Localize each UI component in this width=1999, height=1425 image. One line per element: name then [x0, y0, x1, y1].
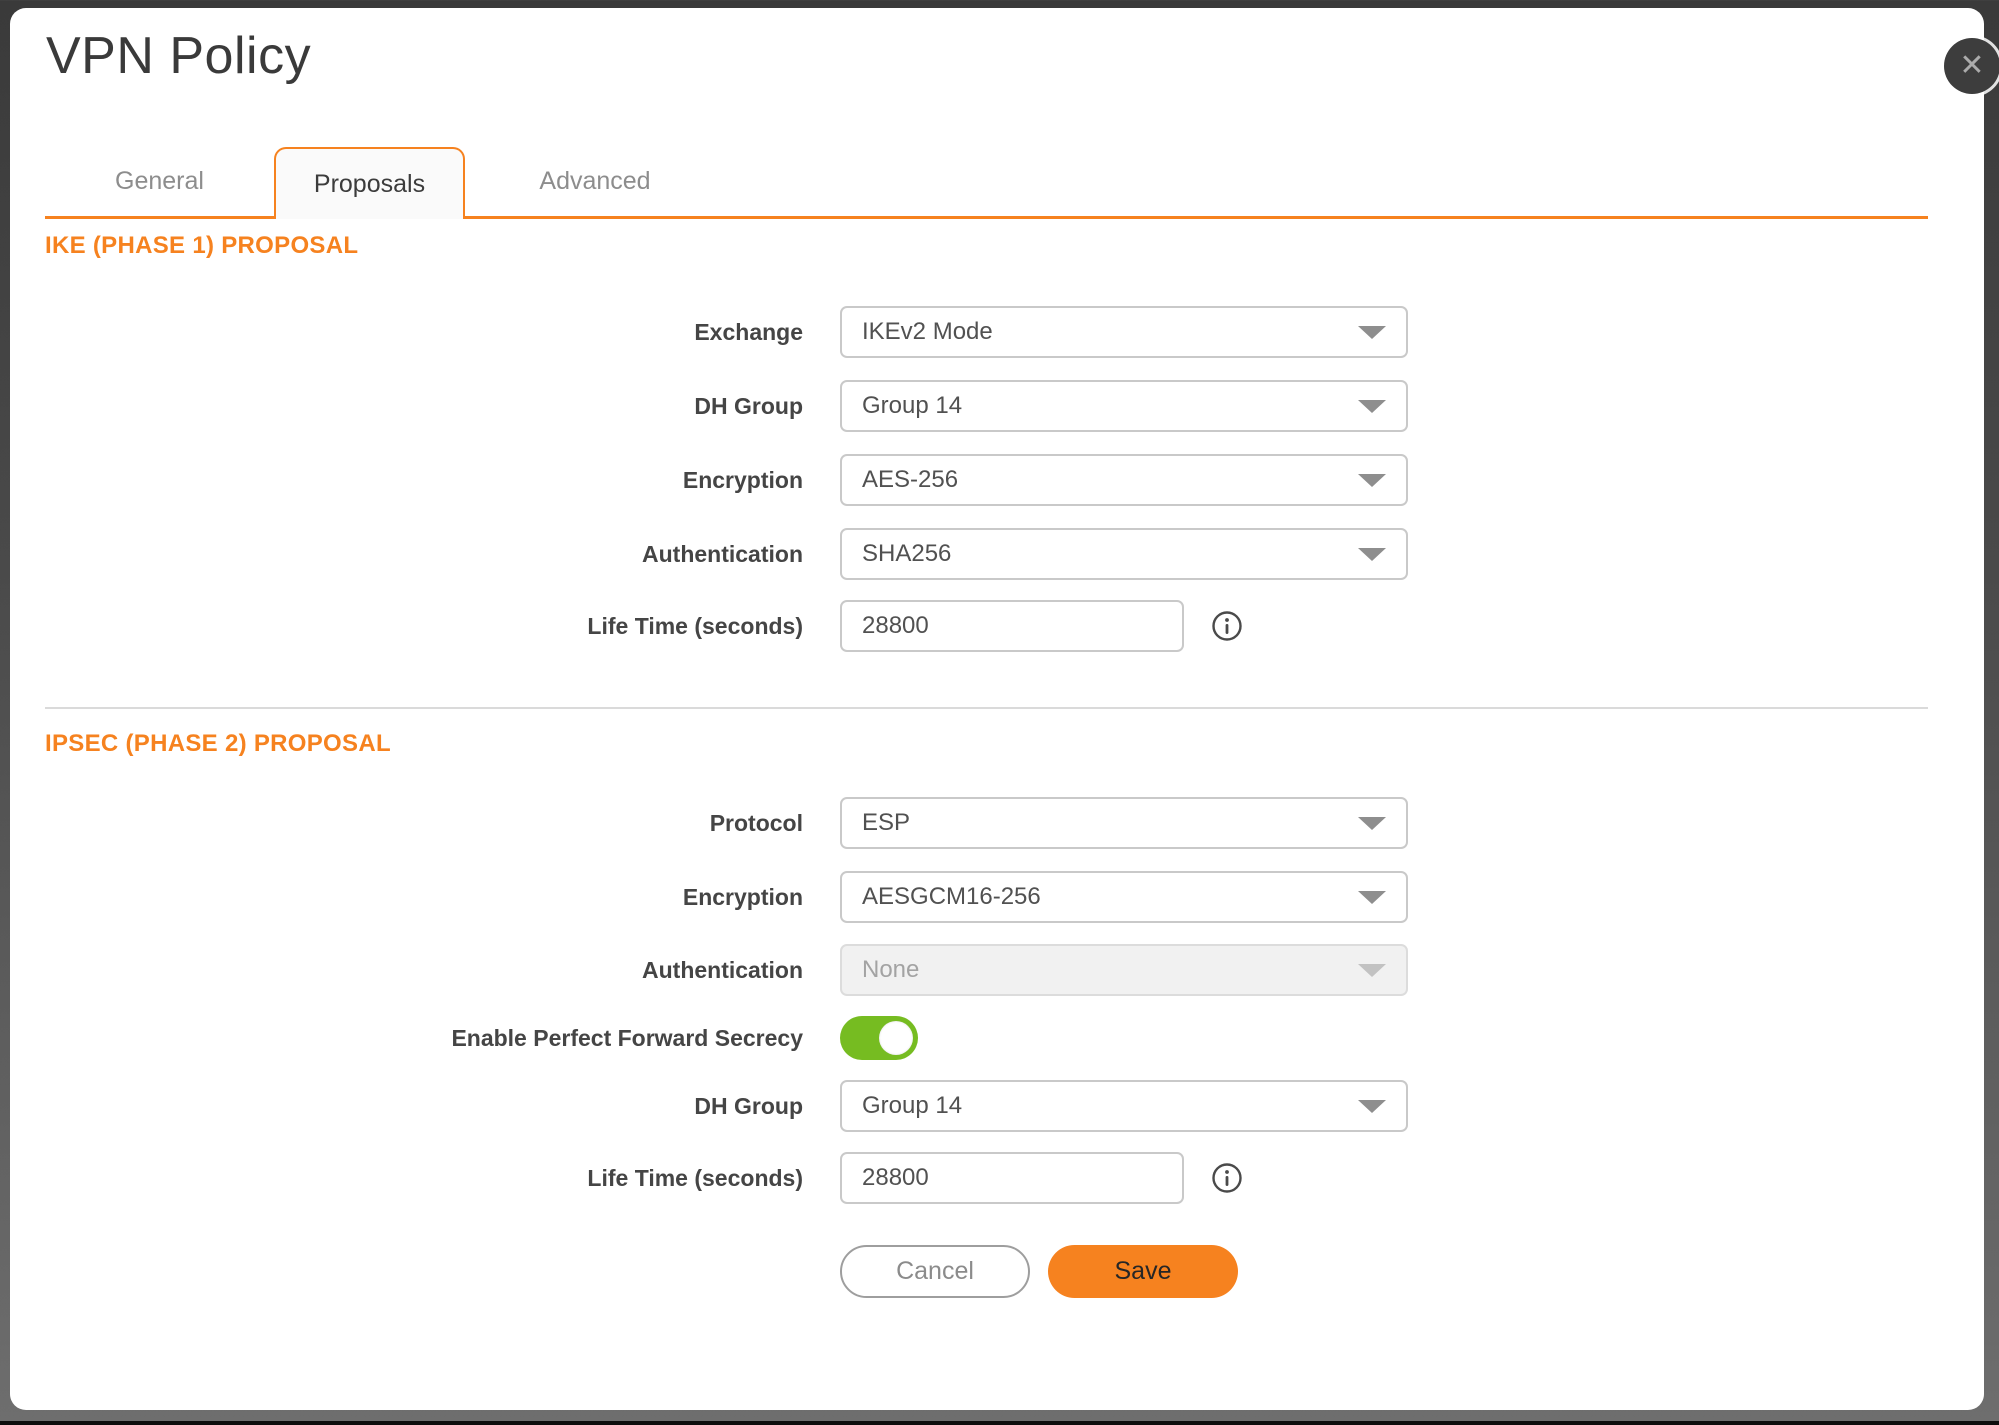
chevron-down-icon [1358, 548, 1386, 561]
tab-bar: General Proposals Advanced [45, 147, 1928, 219]
tab-advanced[interactable]: Advanced [465, 147, 725, 219]
ike-encryption-dropdown[interactable]: AES-256 [840, 454, 1408, 506]
ike-authentication-row: Authentication SHA256 [10, 528, 1928, 580]
ipsec-dh-group-row: DH Group Group 14 [10, 1080, 1928, 1132]
protocol-value: ESP [862, 809, 911, 836]
vpn-policy-dialog: VPN Policy General Proposals Advanced IK… [10, 8, 1984, 1410]
pfs-row: Enable Perfect Forward Secrecy [10, 1016, 1928, 1060]
ike-encryption-value: AES-256 [862, 466, 959, 493]
ike-section-heading: IKE (PHASE 1) PROPOSAL [45, 232, 359, 259]
ike-authentication-label: Authentication [642, 540, 803, 567]
ipsec-authentication-dropdown-disabled: None [840, 944, 1408, 996]
protocol-dropdown[interactable]: ESP [840, 797, 1408, 849]
ipsec-lifetime-row: Life Time (seconds) [10, 1152, 1928, 1204]
ike-lifetime-input[interactable] [840, 600, 1184, 652]
chevron-down-icon [1358, 400, 1386, 413]
ipsec-authentication-label: Authentication [642, 956, 803, 983]
cancel-button[interactable]: Cancel [840, 1245, 1030, 1298]
info-icon[interactable] [1211, 610, 1243, 642]
tab-general[interactable]: General [45, 147, 274, 219]
exchange-value: IKEv2 Mode [862, 318, 993, 345]
tab-proposals[interactable]: Proposals [274, 147, 465, 219]
ike-encryption-label: Encryption [682, 466, 803, 493]
ike-dh-group-value: Group 14 [862, 392, 963, 419]
ike-authentication-dropdown[interactable]: SHA256 [840, 528, 1408, 580]
chevron-down-icon [1358, 1100, 1386, 1113]
dialog-footer: Cancel Save [840, 1245, 1238, 1298]
exchange-label: Exchange [694, 318, 803, 345]
pfs-toggle-knob [879, 1021, 913, 1055]
ike-authentication-value: SHA256 [862, 540, 952, 567]
ike-encryption-row: Encryption AES-256 [10, 454, 1928, 506]
close-icon: ✕ [1959, 49, 1985, 82]
ipsec-lifetime-input[interactable] [840, 1152, 1184, 1204]
save-button[interactable]: Save [1048, 1245, 1238, 1298]
ipsec-encryption-label: Encryption [682, 883, 803, 910]
info-icon[interactable] [1211, 1162, 1243, 1194]
ipsec-authentication-value: None [862, 956, 920, 983]
chevron-down-icon [1358, 964, 1386, 977]
pfs-toggle[interactable] [840, 1016, 918, 1060]
ipsec-dh-group-value: Group 14 [862, 1092, 963, 1119]
ipsec-encryption-dropdown[interactable]: AESGCM16-256 [840, 871, 1408, 923]
chevron-down-icon [1358, 891, 1386, 904]
exchange-dropdown[interactable]: IKEv2 Mode [840, 306, 1408, 358]
chevron-down-icon [1358, 474, 1386, 487]
screen-bottom-edge [0, 1421, 1999, 1425]
ipsec-authentication-row: Authentication None [10, 944, 1928, 996]
ipsec-lifetime-label: Life Time (seconds) [587, 1164, 803, 1191]
ipsec-encryption-row: Encryption AESGCM16-256 [10, 871, 1928, 923]
pfs-label: Enable Perfect Forward Secrecy [451, 1024, 803, 1051]
ipsec-section-heading: IPSEC (PHASE 2) PROPOSAL [45, 730, 391, 757]
ike-dh-group-dropdown[interactable]: Group 14 [840, 380, 1408, 432]
ipsec-dh-group-dropdown[interactable]: Group 14 [840, 1080, 1408, 1132]
ipsec-encryption-value: AESGCM16-256 [862, 883, 1041, 910]
ike-lifetime-row: Life Time (seconds) [10, 600, 1928, 652]
ike-dh-group-label: DH Group [694, 392, 803, 419]
exchange-row: Exchange IKEv2 Mode [10, 306, 1928, 358]
page-title: VPN Policy [46, 27, 312, 85]
ipsec-dh-group-label: DH Group [694, 1092, 803, 1119]
protocol-label: Protocol [709, 809, 803, 836]
ike-lifetime-label: Life Time (seconds) [587, 612, 803, 639]
protocol-row: Protocol ESP [10, 797, 1928, 849]
close-button[interactable]: ✕ [1944, 38, 1999, 94]
chevron-down-icon [1358, 817, 1386, 830]
tab-bar-filler [725, 147, 1928, 219]
chevron-down-icon [1358, 326, 1386, 339]
section-divider [45, 707, 1928, 709]
ike-dh-group-row: DH Group Group 14 [10, 380, 1928, 432]
